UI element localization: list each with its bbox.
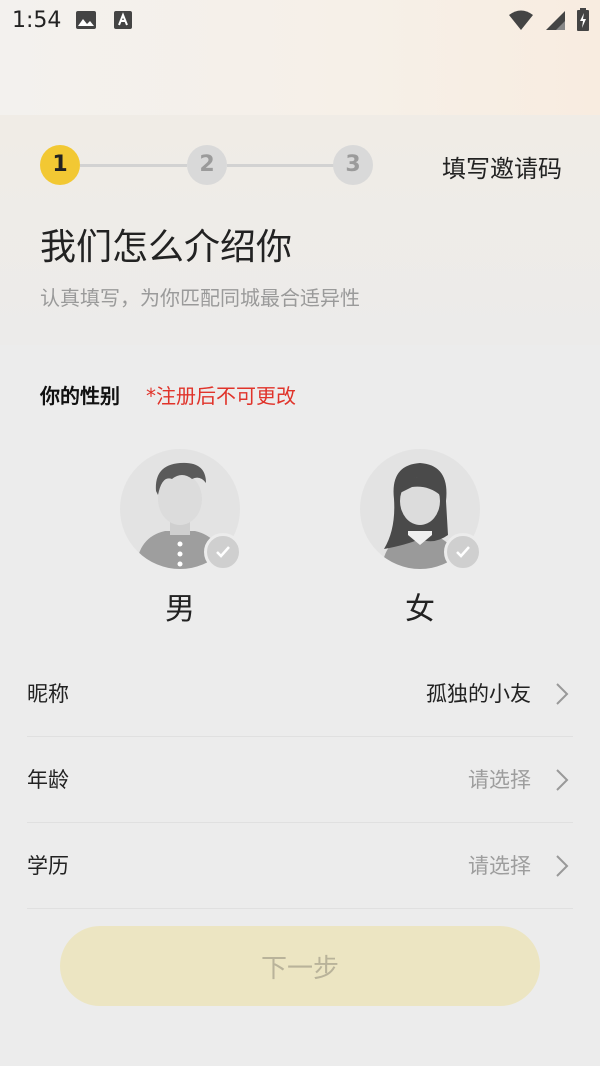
step-connector	[80, 164, 187, 167]
education-value: 请选择	[468, 854, 531, 878]
page-title: 我们怎么介绍你	[40, 227, 293, 268]
education-label: 学历	[27, 854, 69, 878]
chevron-right-icon	[555, 768, 569, 796]
gender-warning: *注册后不可更改	[146, 384, 296, 408]
female-label[interactable]: 女	[360, 584, 480, 628]
education-row[interactable]: 学历 请选择	[27, 822, 573, 909]
chevron-right-icon	[555, 682, 569, 710]
age-label: 年龄	[27, 768, 69, 792]
female-option[interactable]	[360, 449, 482, 571]
age-value: 请选择	[468, 768, 531, 792]
step-connector	[227, 164, 334, 167]
image-icon	[75, 10, 97, 34]
chevron-right-icon	[555, 854, 569, 882]
step-2: 2	[187, 145, 227, 185]
nickname-row[interactable]: 昵称 孤独的小友	[27, 650, 573, 737]
male-option[interactable]	[120, 449, 242, 571]
status-bar: 1:54	[0, 0, 600, 115]
wifi-icon	[508, 9, 534, 35]
signal-icon	[544, 9, 566, 35]
page-subtitle: 认真填写，为你匹配同城最合适异性	[40, 286, 360, 310]
check-icon	[204, 533, 242, 571]
age-row[interactable]: 年龄 请选择	[27, 736, 573, 823]
male-label[interactable]: 男	[120, 584, 240, 628]
check-icon	[444, 533, 482, 571]
next-step-button[interactable]: 下一步	[60, 926, 540, 1006]
nickname-label: 昵称	[27, 682, 69, 706]
step-1: 1	[40, 145, 80, 185]
battery-charging-icon	[576, 8, 590, 36]
gender-label: 你的性别	[40, 384, 120, 408]
invite-code-link[interactable]: 填写邀请码	[442, 149, 562, 184]
status-time: 1:54	[12, 8, 62, 33]
nickname-value: 孤独的小友	[426, 682, 531, 706]
step-3: 3	[333, 145, 373, 185]
text-a-icon	[113, 10, 133, 34]
